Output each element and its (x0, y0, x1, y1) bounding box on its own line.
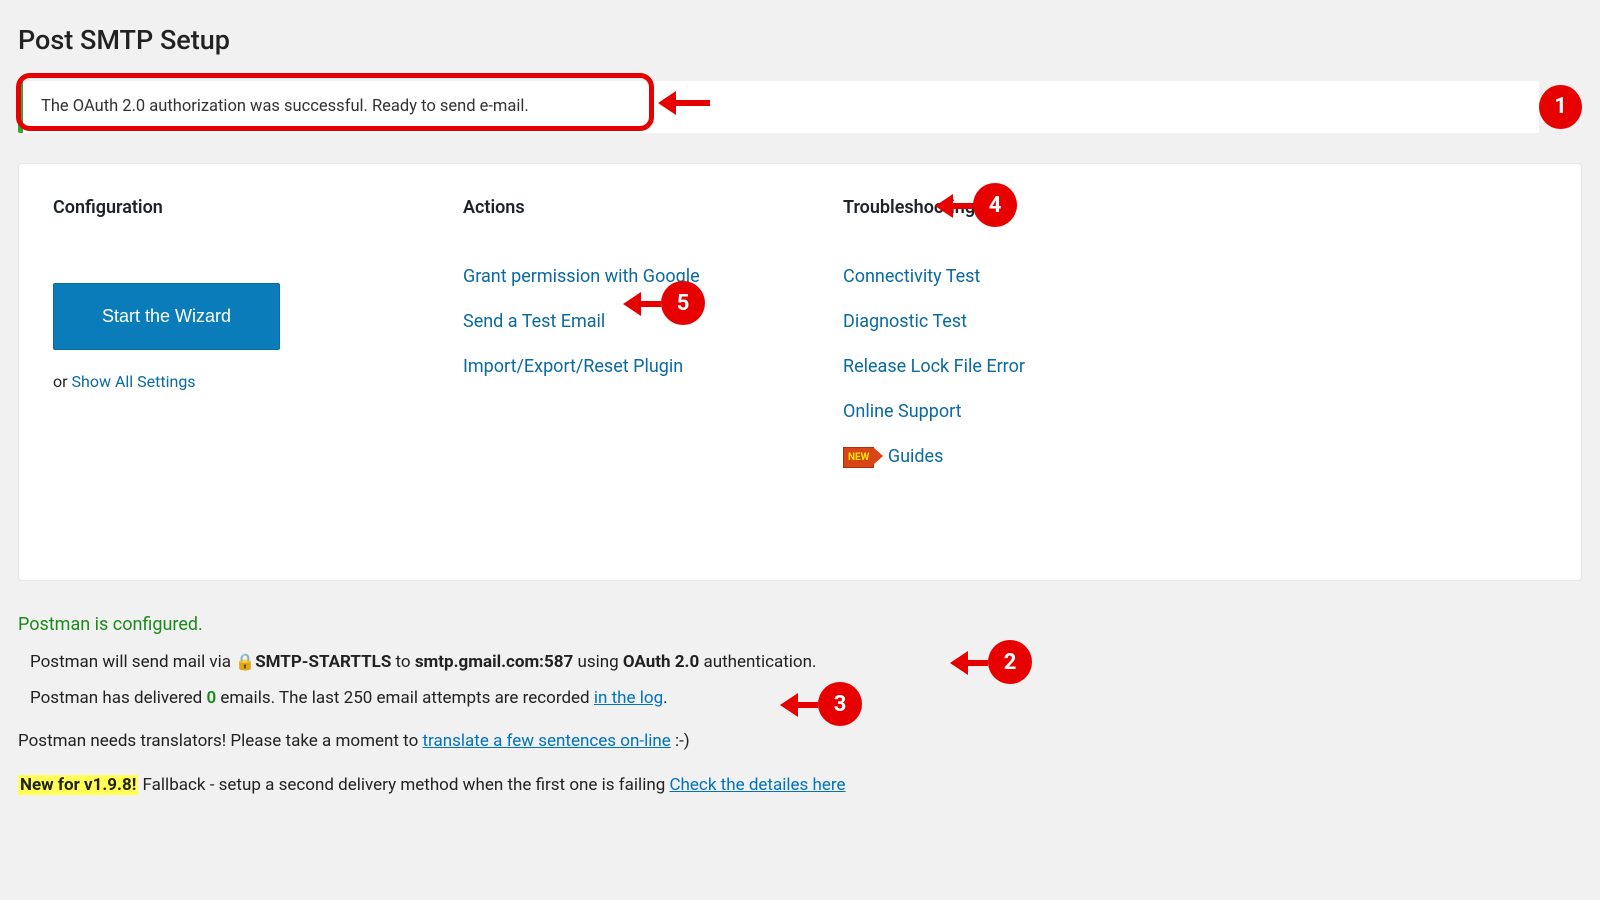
actions-heading: Actions (463, 194, 763, 221)
new-version-badge: New for v1.9.8! (18, 775, 138, 795)
new-feature-text: Fallback - setup a second delivery metho… (138, 775, 669, 795)
translators-suffix: :-) (671, 731, 690, 751)
using-word: using (573, 652, 623, 672)
diagnostic-test-link[interactable]: Diagnostic Test (843, 311, 967, 332)
configuration-column: Configuration Start the Wizard or Show A… (53, 194, 383, 470)
show-all-settings-link[interactable]: Show All Settings (72, 372, 196, 391)
actions-column: Actions Grant permission with Google Sen… (463, 194, 763, 470)
callout-number-1: 1 (1539, 85, 1582, 129)
postman-configured-line: Postman is configured. (18, 611, 1582, 638)
actions-link-list: Grant permission with Google Send a Test… (463, 263, 763, 380)
delivered-suffix: . (663, 688, 667, 708)
or-show-all-line: or Show All Settings (53, 370, 383, 394)
in-the-log-link[interactable]: in the log (594, 688, 663, 708)
translators-line: Postman needs translators! Please take a… (18, 729, 1582, 755)
host-strong: smtp.gmail.com:587 (415, 652, 573, 672)
guides-link[interactable]: Guides (888, 446, 944, 467)
send-mail-description: Postman will send mail via 🔒SMTP-STARTTL… (30, 650, 1582, 676)
check-details-link[interactable]: Check the detailes here (669, 775, 845, 795)
footer-lines: Postman needs translators! Please take a… (18, 729, 1582, 798)
delivered-prefix: Postman has delivered (30, 688, 206, 708)
notice-wrap: The OAuth 2.0 authorization was successf… (18, 81, 1582, 134)
online-support-link[interactable]: Online Support (843, 401, 962, 422)
status-block: Postman is configured. Postman will send… (18, 611, 1582, 711)
grant-google-permission-link[interactable]: Grant permission with Google (463, 266, 700, 287)
connectivity-test-link[interactable]: Connectivity Test (843, 266, 980, 287)
delivered-line: Postman has delivered 0 emails. The last… (30, 686, 1582, 712)
oauth-success-notice: The OAuth 2.0 authorization was successf… (18, 81, 1539, 134)
page-title: Post SMTP Setup (18, 20, 1582, 61)
troubleshooting-link-list: Connectivity Test Diagnostic Test Releas… (843, 263, 1163, 470)
status-lines: Postman will send mail via 🔒SMTP-STARTTL… (18, 650, 1582, 711)
protocol-strong: SMTP-STARTTLS (255, 652, 391, 672)
import-export-reset-link[interactable]: Import/Export/Reset Plugin (463, 356, 683, 377)
send-suffix: authentication. (699, 652, 816, 672)
release-lock-file-link[interactable]: Release Lock File Error (843, 356, 1025, 377)
or-text: or (53, 372, 72, 391)
translate-link[interactable]: translate a few sentences on-line (423, 731, 671, 751)
main-panel: Configuration Start the Wizard or Show A… (18, 163, 1582, 581)
auth-strong: OAuth 2.0 (623, 652, 699, 672)
delivered-mid: emails. The last 250 email attempts are … (216, 688, 594, 708)
delivered-count: 0 (206, 688, 216, 708)
translators-prefix: Postman needs translators! Please take a… (18, 731, 423, 751)
send-test-email-link[interactable]: Send a Test Email (463, 311, 605, 332)
new-badge-icon: NEW (843, 447, 874, 468)
configuration-heading: Configuration (53, 194, 383, 221)
start-wizard-button[interactable]: Start the Wizard (53, 283, 280, 350)
new-feature-line: New for v1.9.8! Fallback - setup a secon… (18, 773, 1582, 799)
to-word: to (391, 652, 415, 672)
send-prefix: Postman will send mail via (30, 652, 235, 672)
lock-icon: 🔒 (235, 652, 255, 671)
troubleshooting-heading: Troubleshooting (843, 194, 1163, 221)
troubleshooting-column: Troubleshooting Connectivity Test Diagno… (843, 194, 1163, 470)
